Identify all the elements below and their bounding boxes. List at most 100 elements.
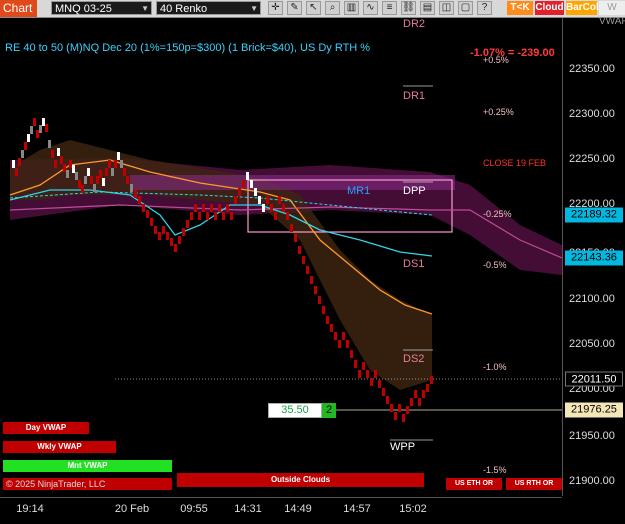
renko-brick <box>108 160 111 168</box>
bar-type-selector[interactable]: 40 Renko ▼ <box>156 1 261 15</box>
price-tick: 22100.00 <box>569 293 615 305</box>
level-plus-0-25: +0.25% <box>483 107 514 117</box>
renko-brick <box>134 190 137 198</box>
renko-brick <box>182 228 185 236</box>
chart-type-icon[interactable]: ▥ <box>344 1 359 15</box>
renko-brick <box>27 134 30 142</box>
order-price-box[interactable]: 35.50 <box>268 403 322 418</box>
link-icon[interactable]: ⛓ <box>401 1 416 15</box>
price-badge-cyan-1: 22189.32 <box>565 207 623 223</box>
outside-clouds-button[interactable]: Outside Clouds <box>177 473 424 487</box>
screenshot-icon[interactable]: ◫ <box>439 1 454 15</box>
renko-brick <box>310 276 313 284</box>
renko-brick <box>198 212 201 220</box>
renko-brick <box>78 180 81 188</box>
renko-brick <box>378 380 381 388</box>
renko-brick <box>66 170 69 178</box>
renko-brick <box>302 256 305 264</box>
renko-brick <box>286 212 289 220</box>
order-qty-box[interactable]: 2 <box>322 403 336 418</box>
renko-brick <box>306 266 309 274</box>
renko-brick <box>318 296 321 304</box>
renko-brick <box>258 196 261 204</box>
price-chart-plot[interactable]: RE 40 to 50 (M)NQ Dec 20 (1%=150p=$300) … <box>0 18 562 496</box>
level-ds1: DS1 <box>403 258 425 270</box>
renko-brick <box>60 156 63 164</box>
renko-brick <box>130 184 133 192</box>
drawing-icon[interactable]: ✎ <box>287 1 302 15</box>
renko-brick <box>406 406 409 414</box>
renko-brick <box>246 172 249 180</box>
level-minus-0-25: -0.25% <box>483 209 512 219</box>
template-icon[interactable]: ▤ <box>420 1 435 15</box>
renko-brick <box>322 306 325 314</box>
level-plus-0-5: +0.5% <box>483 55 509 65</box>
properties-icon[interactable]: ≡ <box>382 1 397 15</box>
renko-brick <box>178 236 181 244</box>
renko-brick <box>214 212 217 220</box>
day-vwap-button[interactable]: Day VWAP <box>3 422 89 434</box>
renko-brick <box>190 212 193 220</box>
price-tick: 22050.00 <box>569 338 615 350</box>
pointer-icon[interactable]: ↖ <box>306 1 321 15</box>
renko-brick <box>270 204 273 212</box>
renko-brick <box>298 246 301 254</box>
time-axis[interactable]: 19:14 20 Feb 09:55 14:31 14:49 14:57 15:… <box>0 497 562 524</box>
renko-brick <box>158 232 161 240</box>
renko-brick <box>21 150 24 158</box>
renko-brick <box>123 168 126 176</box>
zoom-icon[interactable]: ⌕ <box>325 1 340 15</box>
chevron-down-icon: ▼ <box>250 4 258 13</box>
renko-brick <box>138 196 141 204</box>
indicators-icon[interactable]: ∿ <box>363 1 378 15</box>
help-icon[interactable]: ? <box>477 1 492 15</box>
wkly-vwap-button[interactable]: Wkly VWAP <box>3 441 116 453</box>
renko-brick <box>366 370 369 378</box>
renko-brick <box>45 124 48 132</box>
renko-brick <box>90 176 93 184</box>
renko-brick <box>386 396 389 404</box>
us-rth-or-button[interactable]: US RTH OR <box>506 478 562 490</box>
time-tick: 14:31 <box>234 503 262 515</box>
chart-toolbar: Chart MNQ 03-25 ▼ 40 Renko ▼ ✛ ✎ ↖ ⌕ ▥ ∿… <box>0 0 625 27</box>
window-icon[interactable]: ▢ <box>458 1 473 15</box>
time-tick: 09:55 <box>180 503 208 515</box>
renko-brick <box>96 176 99 184</box>
us-eth-or-button[interactable]: US ETH OR <box>446 478 502 490</box>
renko-brick <box>394 412 397 420</box>
renko-brick <box>418 398 421 406</box>
renko-brick <box>410 398 413 406</box>
barcol-button[interactable]: BarCol <box>566 1 599 15</box>
renko-brick <box>282 204 285 212</box>
renko-brick <box>414 390 417 398</box>
renko-brick <box>362 362 365 370</box>
time-tick: 15:02 <box>399 503 427 515</box>
level-dpp: DPP <box>403 185 426 197</box>
renko-brick <box>402 414 405 422</box>
order-price-badge: 21976.25 <box>565 402 623 418</box>
renko-brick <box>222 212 225 220</box>
renko-brick <box>266 196 269 204</box>
level-dr1: DR1 <box>403 90 426 102</box>
renko-brick <box>42 118 45 126</box>
renko-brick <box>194 204 197 212</box>
wvwap-button[interactable]: W VWAP <box>599 1 625 27</box>
crosshair-icon[interactable]: ✛ <box>268 1 283 15</box>
mnt-vwap-button[interactable]: Mnt VWAP <box>3 460 172 472</box>
price-badge-cyan-2: 22143.36 <box>565 250 623 266</box>
renko-brick <box>154 226 157 234</box>
time-tick: 14:57 <box>343 503 371 515</box>
renko-brick <box>72 165 75 173</box>
renko-brick <box>102 178 105 186</box>
renko-brick <box>39 125 42 133</box>
renko-brick <box>105 168 108 176</box>
renko-brick <box>84 176 87 184</box>
tk-button[interactable]: T<K <box>507 1 533 15</box>
renko-brick <box>142 204 145 212</box>
instrument-selector[interactable]: MNQ 03-25 ▼ <box>51 1 152 15</box>
cloud-button[interactable]: Cloud <box>535 1 564 15</box>
renko-brick <box>54 160 57 168</box>
renko-brick <box>36 130 39 138</box>
renko-brick <box>30 126 33 134</box>
renko-brick <box>430 376 433 384</box>
